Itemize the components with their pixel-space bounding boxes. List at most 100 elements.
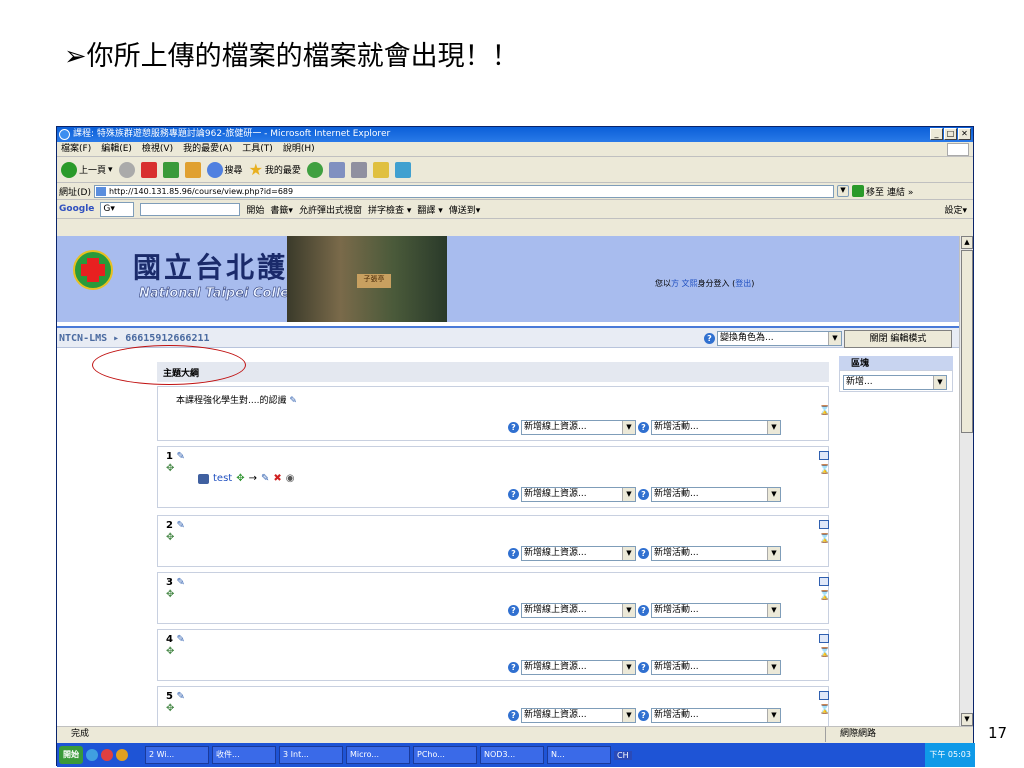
language-indicator[interactable]: CH: [614, 750, 632, 760]
help-icon[interactable]: ?: [638, 422, 649, 433]
add-resource-select[interactable]: 新增線上資源... ▼: [521, 420, 636, 435]
add-activity-select[interactable]: 新增活動... ▼: [651, 708, 781, 723]
move-icon[interactable]: ✥: [166, 589, 174, 600]
move-icon[interactable]: ✥: [166, 703, 174, 714]
add-activity-select[interactable]: 新增活動... ▼: [651, 546, 781, 561]
edit-mode-button[interactable]: 關閉 編輯模式: [844, 330, 952, 348]
quicklaunch-icon[interactable]: [116, 749, 128, 761]
menu-edit[interactable]: 編輯(E): [101, 142, 132, 156]
menu-file[interactable]: 檔案(F): [61, 142, 91, 156]
help-icon[interactable]: ?: [638, 548, 649, 559]
add-activity-select[interactable]: 新增活動... ▼: [651, 603, 781, 618]
google-settings[interactable]: 設定▾: [944, 203, 973, 216]
add-activity-select[interactable]: 新增活動... ▼: [651, 487, 781, 502]
help-icon[interactable]: ?: [508, 422, 519, 433]
edit-icon[interactable]: ✎: [261, 473, 269, 484]
add-resource-select[interactable]: 新增線上資源... ▼: [521, 546, 636, 561]
messenger-icon[interactable]: [394, 161, 411, 178]
scroll-up-button[interactable]: ▲: [961, 236, 973, 249]
google-spellcheck[interactable]: 拼字檢查 ▾: [368, 203, 411, 216]
home-icon[interactable]: [184, 161, 201, 178]
stop-icon[interactable]: [140, 161, 157, 178]
help-icon[interactable]: ?: [638, 662, 649, 673]
help-icon[interactable]: ?: [508, 662, 519, 673]
mail-icon[interactable]: [328, 161, 345, 178]
move-icon[interactable]: ✥: [166, 463, 174, 474]
menu-favorites[interactable]: 我的最愛(A): [183, 142, 232, 156]
help-icon[interactable]: ?: [508, 489, 519, 500]
address-input[interactable]: http://140.131.85.96/course/view.php?id=…: [93, 184, 834, 198]
help-icon[interactable]: ?: [508, 710, 519, 721]
taskbar-item[interactable]: PCho...: [413, 746, 477, 764]
back-button[interactable]: 上一頁 ▾: [61, 161, 113, 178]
google-translate[interactable]: 翻譯 ▾: [417, 203, 442, 216]
google-send-to[interactable]: 傳送到▾: [449, 203, 481, 216]
scroll-down-button[interactable]: ▼: [961, 713, 973, 726]
menu-tools[interactable]: 工具(T): [242, 142, 273, 156]
indent-icon[interactable]: →: [249, 473, 257, 484]
forward-button[interactable]: [118, 161, 135, 178]
role-select[interactable]: 變換角色為... ▼: [717, 331, 842, 346]
maximize-button[interactable]: □: [944, 128, 957, 140]
google-bookmarks[interactable]: 書籤▾: [270, 203, 293, 216]
move-icon[interactable]: ✥: [166, 646, 174, 657]
close-button[interactable]: ✕: [958, 128, 971, 140]
google-g-menu[interactable]: G▾: [100, 201, 135, 217]
hide-icon[interactable]: ◉: [286, 473, 295, 484]
section-box-icon[interactable]: [819, 691, 829, 700]
section-box-icon[interactable]: [819, 634, 829, 643]
taskbar-item[interactable]: NOD3...: [480, 746, 544, 764]
links-button[interactable]: 連結 »: [887, 185, 913, 198]
move-icon[interactable]: ✥: [166, 532, 174, 543]
user-link[interactable]: 方 文熙: [671, 279, 698, 288]
google-start[interactable]: 開始: [246, 203, 264, 216]
add-resource-select[interactable]: 新增線上資源... ▼: [521, 660, 636, 675]
media-icon[interactable]: [306, 161, 323, 178]
print-icon[interactable]: [350, 161, 367, 178]
add-activity-select[interactable]: 新增活動... ▼: [651, 660, 781, 675]
visibility-icon[interactable]: ⌛: [819, 464, 830, 478]
add-block-select[interactable]: 新增... ▼: [843, 375, 947, 390]
quicklaunch-icon[interactable]: [86, 749, 98, 761]
google-popup-blocker[interactable]: 允許彈出式視窗: [299, 203, 362, 216]
visibility-icon[interactable]: ⌛: [819, 590, 830, 604]
visibility-icon[interactable]: ⌛: [819, 405, 830, 419]
add-activity-select[interactable]: 新增活動... ▼: [651, 420, 781, 435]
section-box-icon[interactable]: [819, 451, 829, 460]
window-titlebar[interactable]: 課程: 特殊族群遊憩服務專題討論962-旅健研一 - Microsoft Int…: [57, 127, 973, 142]
taskbar-item[interactable]: 2 Wi...: [145, 746, 209, 764]
resource-link[interactable]: test: [213, 473, 232, 484]
menu-view[interactable]: 檢視(V): [142, 142, 173, 156]
scroll-thumb[interactable]: [961, 250, 973, 433]
help-icon[interactable]: ?: [508, 605, 519, 616]
search-button[interactable]: 搜尋: [206, 161, 243, 178]
minimize-button[interactable]: _: [930, 128, 943, 140]
taskbar-item[interactable]: N...: [547, 746, 611, 764]
taskbar-item[interactable]: 3 Int...: [279, 746, 343, 764]
help-icon[interactable]: ?: [638, 710, 649, 721]
taskbar-item[interactable]: 收件...: [212, 746, 276, 764]
visibility-icon[interactable]: ⌛: [819, 647, 830, 661]
section-box-icon[interactable]: [819, 577, 829, 586]
favorites-button[interactable]: ★ 我的最愛: [249, 160, 301, 179]
go-button[interactable]: 移至: [851, 185, 884, 198]
address-dropdown[interactable]: ▼: [836, 185, 849, 197]
logout-link[interactable]: 登出: [735, 279, 751, 288]
add-resource-select[interactable]: 新增線上資源... ▼: [521, 708, 636, 723]
add-resource-select[interactable]: 新增線上資源... ▼: [521, 603, 636, 618]
section-box-icon[interactable]: [819, 520, 829, 529]
refresh-icon[interactable]: [162, 161, 179, 178]
taskbar-item[interactable]: Micro...: [346, 746, 410, 764]
folder-icon[interactable]: [372, 161, 389, 178]
help-icon[interactable]: ?: [508, 548, 519, 559]
visibility-icon[interactable]: ⌛: [819, 704, 830, 718]
move-icon[interactable]: ✥: [236, 473, 244, 484]
visibility-icon[interactable]: ⌛: [819, 533, 830, 547]
delete-icon[interactable]: ✖: [273, 473, 281, 484]
start-button[interactable]: 開始: [59, 746, 83, 764]
google-search-input[interactable]: [140, 202, 241, 216]
add-resource-select[interactable]: 新增線上資源... ▼: [521, 487, 636, 502]
help-icon[interactable]: ?: [638, 605, 649, 616]
breadcrumb[interactable]: NTCN-LMS ▸ 66615912666211: [59, 333, 210, 344]
help-icon[interactable]: ?: [704, 333, 715, 344]
